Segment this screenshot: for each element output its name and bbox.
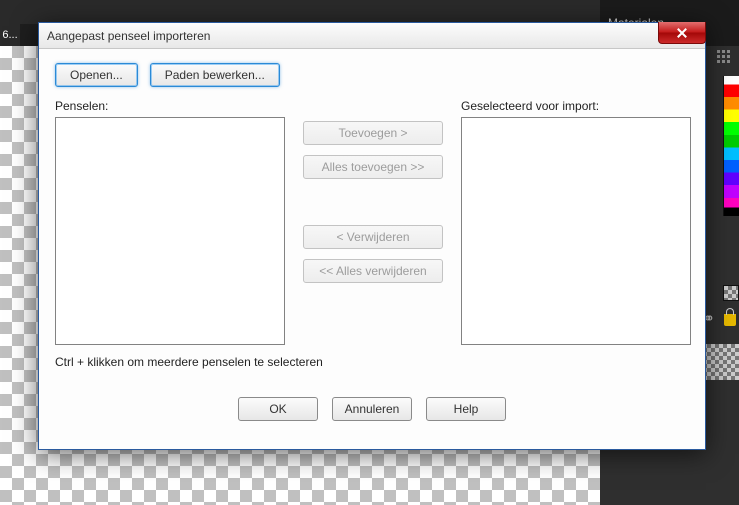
- document-tab[interactable]: 6...: [0, 24, 20, 46]
- help-button[interactable]: Help: [426, 397, 506, 421]
- selected-label: Geselecteerd voor import:: [461, 99, 691, 113]
- remove-button[interactable]: < Verwijderen: [303, 225, 443, 249]
- import-brush-dialog: Aangepast penseel importeren Openen... P…: [38, 22, 706, 450]
- close-icon: [677, 28, 687, 38]
- dialog-titlebar[interactable]: Aangepast penseel importeren: [39, 23, 705, 49]
- brushes-label: Penselen:: [55, 99, 285, 113]
- selected-listbox[interactable]: [461, 117, 691, 345]
- add-button[interactable]: Toevoegen >: [303, 121, 443, 145]
- color-ramp[interactable]: [723, 76, 739, 216]
- cancel-button[interactable]: Annuleren: [332, 397, 412, 421]
- panel-menu-icon[interactable]: [717, 50, 733, 66]
- transparency-swatch[interactable]: [723, 285, 739, 301]
- remove-all-button[interactable]: << Alles verwijderen: [303, 259, 443, 283]
- dialog-title: Aangepast penseel importeren: [47, 29, 210, 43]
- close-button[interactable]: [658, 22, 706, 44]
- layer-item[interactable]: [703, 344, 739, 380]
- brushes-listbox[interactable]: [55, 117, 285, 345]
- edit-paths-button[interactable]: Paden bewerken...: [150, 63, 280, 87]
- layer-thumb: [703, 344, 739, 380]
- add-all-button[interactable]: Alles toevoegen >>: [303, 155, 443, 179]
- ok-button[interactable]: OK: [238, 397, 318, 421]
- multiselect-hint: Ctrl + klikken om meerdere penselen te s…: [55, 355, 689, 369]
- open-button[interactable]: Openen...: [55, 63, 138, 87]
- lock-icon[interactable]: [724, 314, 736, 326]
